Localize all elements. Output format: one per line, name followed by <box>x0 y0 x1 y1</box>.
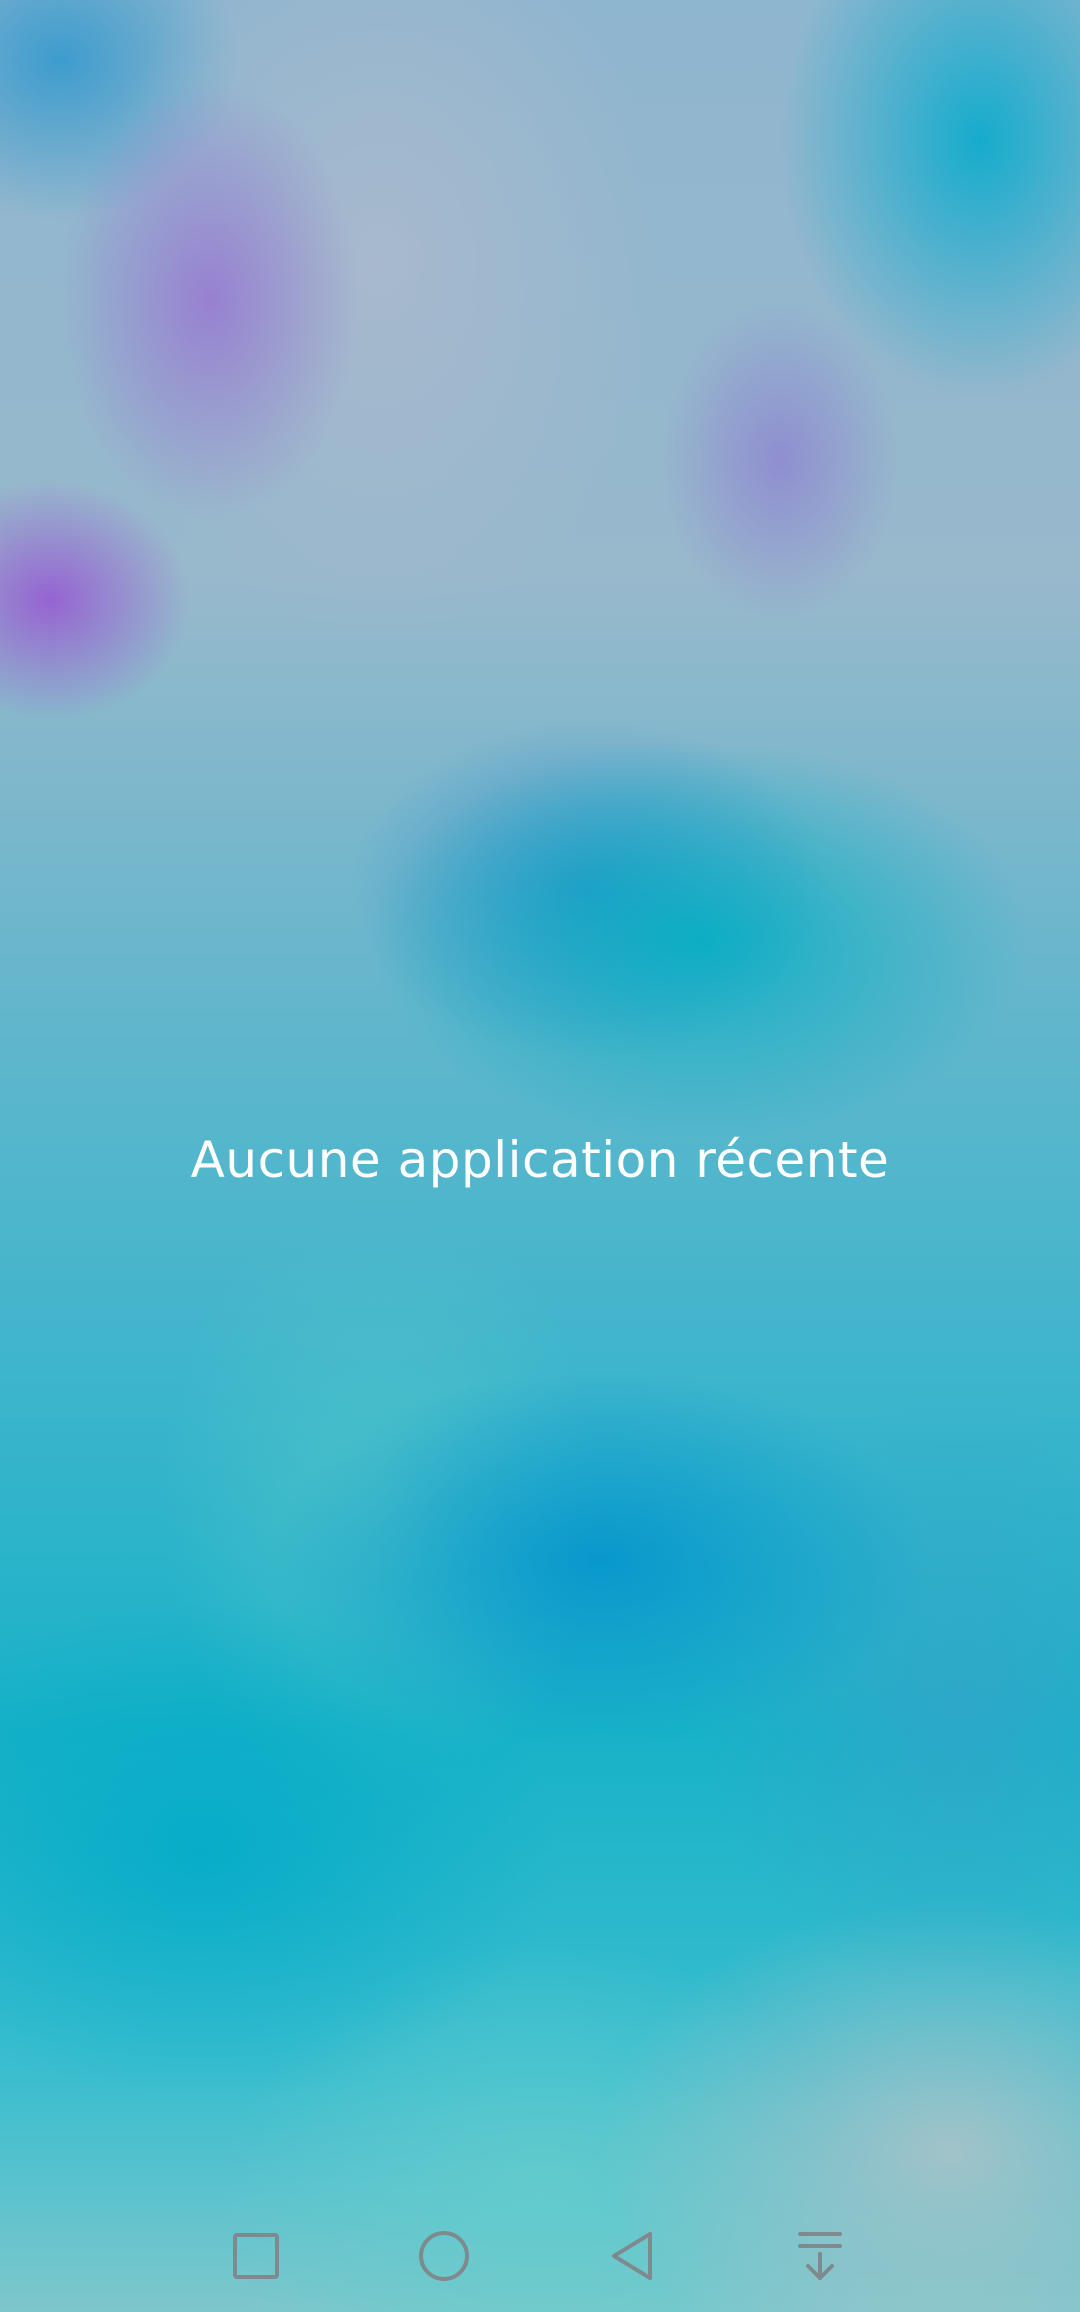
notification-shade-button[interactable] <box>784 2220 856 2292</box>
navigation-bar <box>0 2200 1080 2312</box>
empty-recents-message: Aucune application récente <box>190 1131 890 1189</box>
home-button[interactable] <box>408 2220 480 2292</box>
square-icon <box>233 2233 279 2279</box>
recents-button[interactable] <box>220 2220 292 2292</box>
back-button[interactable] <box>596 2220 668 2292</box>
pull-down-icon <box>798 2232 842 2280</box>
circle-icon <box>419 2231 469 2281</box>
triangle-back-icon <box>612 2232 652 2280</box>
